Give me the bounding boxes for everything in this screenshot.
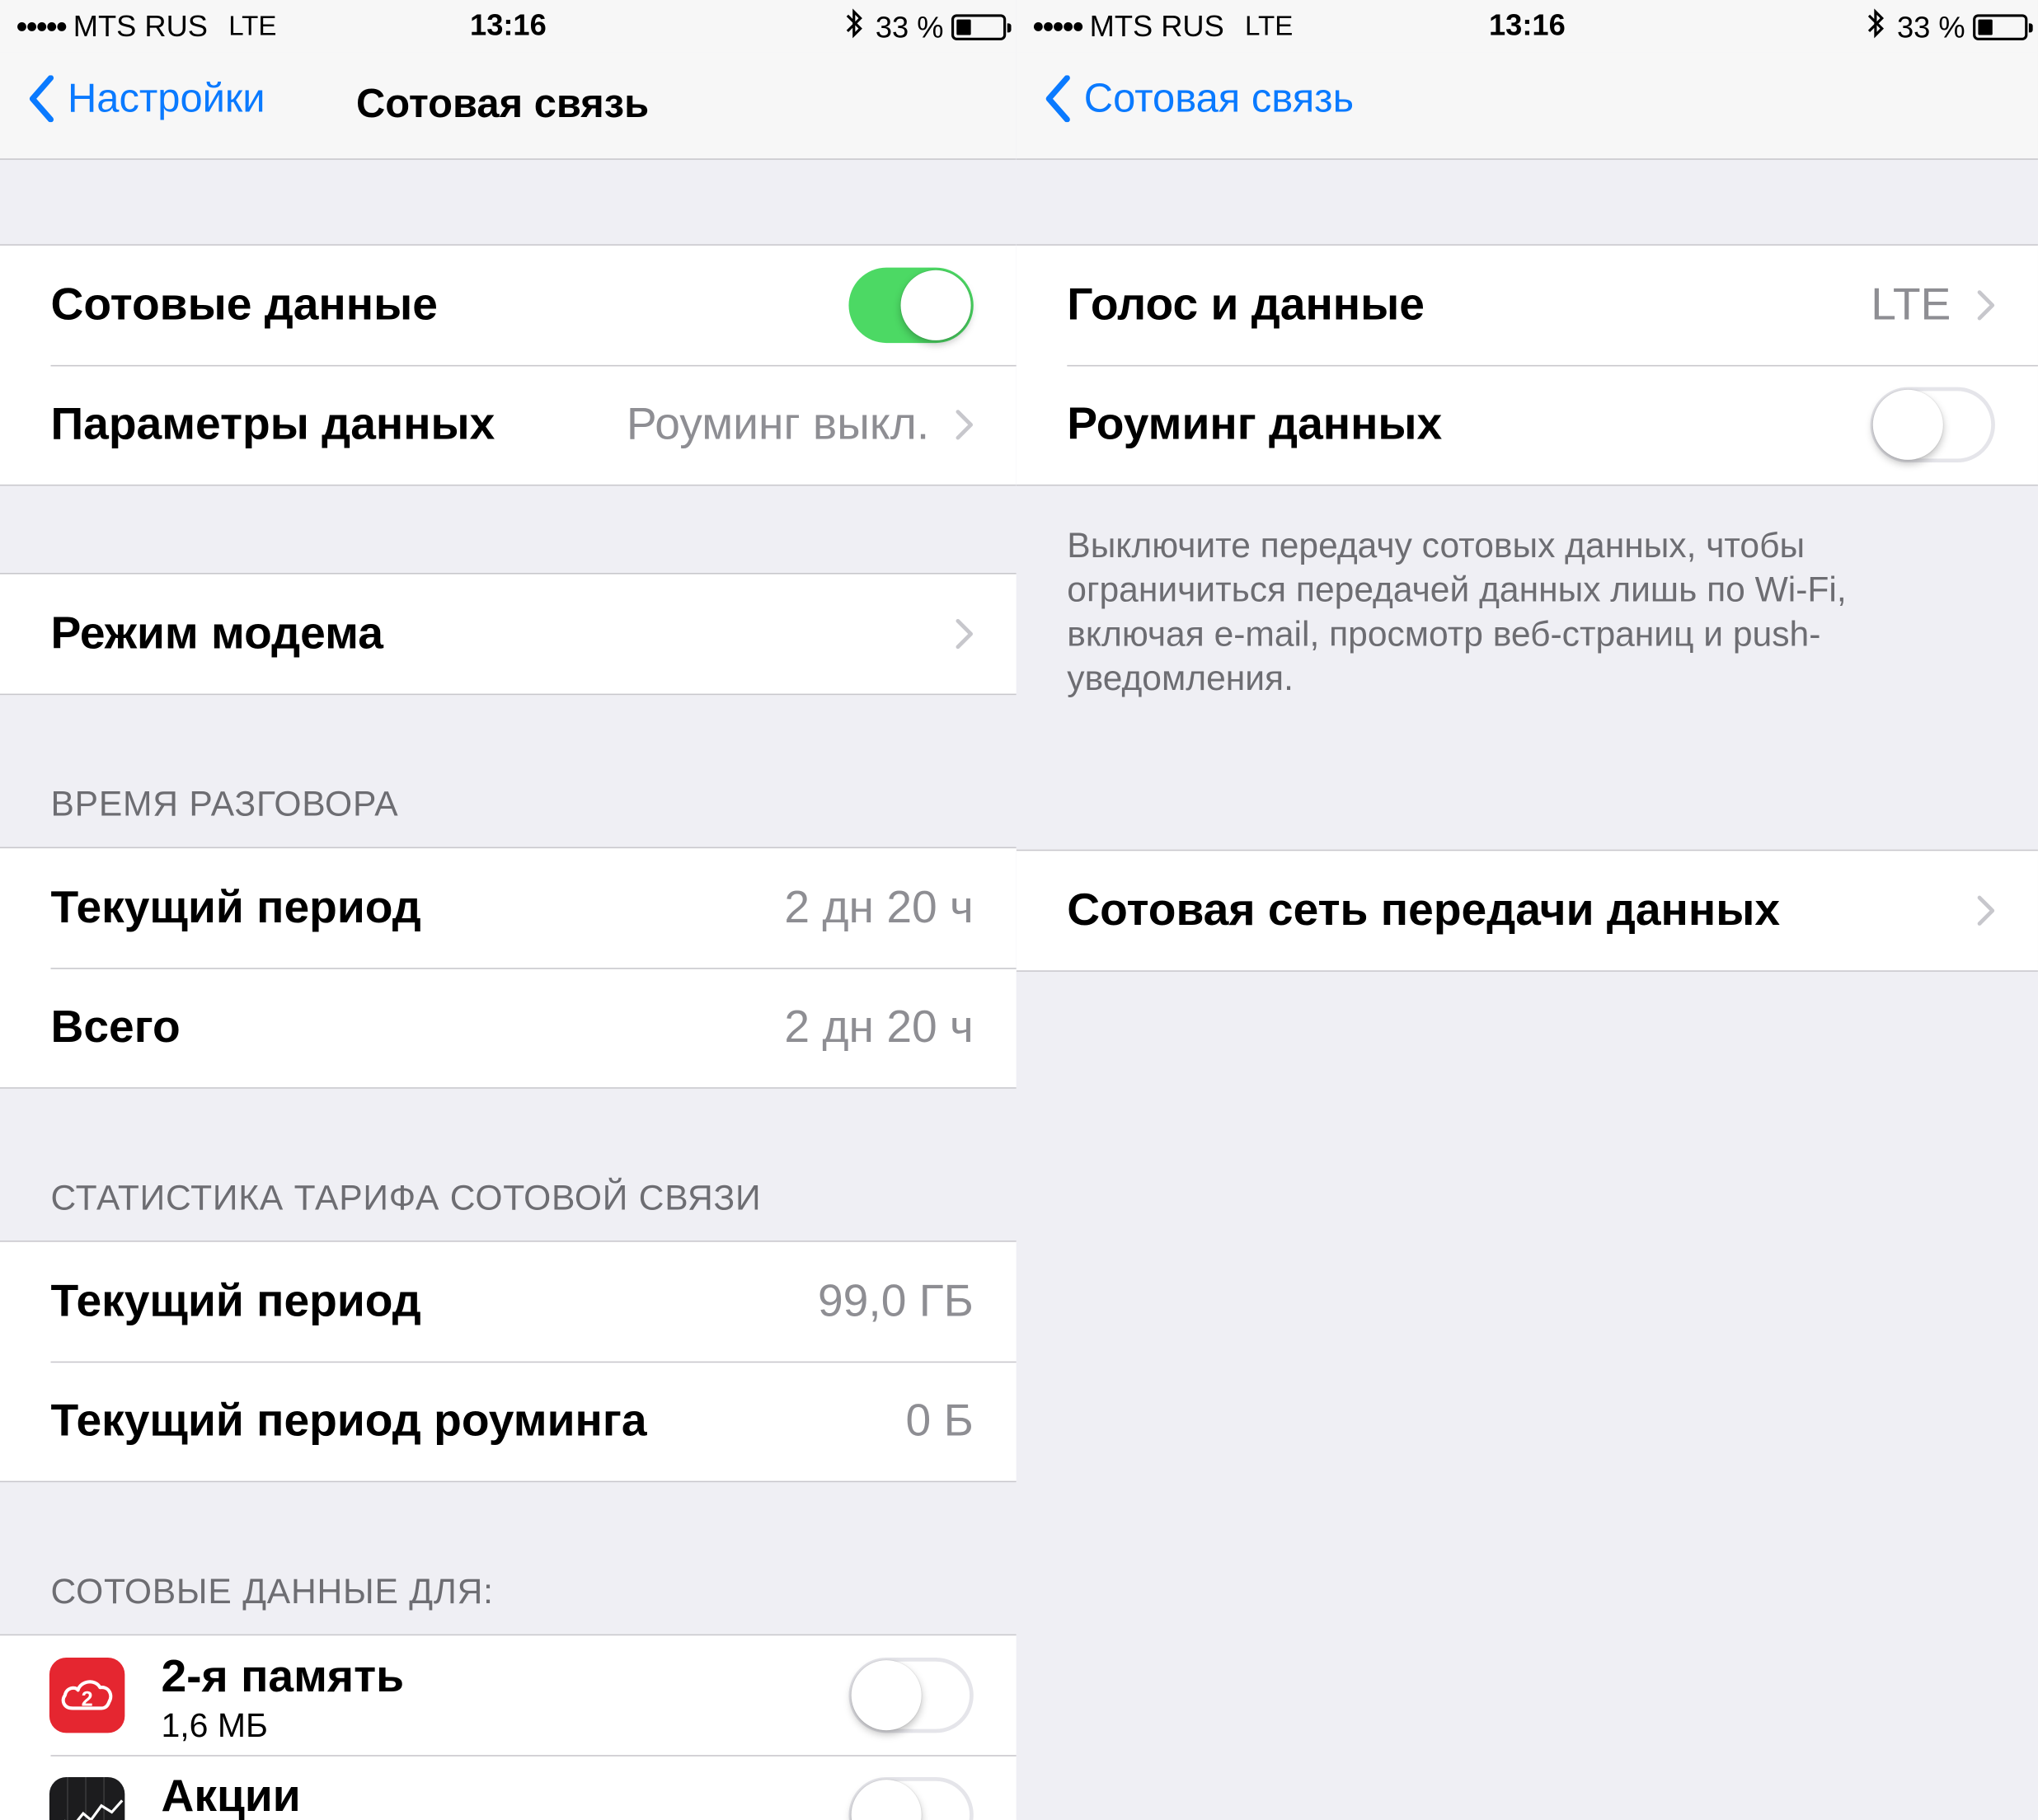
svg-text:2: 2 — [82, 1687, 93, 1710]
usage-current-row: Текущий период 99,0 ГБ — [0, 1242, 1017, 1362]
back-button-label: Настройки — [67, 75, 265, 121]
page-title: Сотовая связь — [355, 80, 650, 126]
screen: ●●●●● MTS RUS LTE 13:16 33 % Настройки С… — [0, 0, 2038, 1820]
roaming-footer-text: Выключите передачу сотовых данных, чтобы… — [1067, 526, 1847, 698]
chevron-right-icon — [1977, 895, 1995, 926]
data-options-screen: ●●●●● MTS RUS LTE 13:16 33 % Сотовая свя… — [1016, 0, 2038, 1820]
talk-time-current-label: Текущий период — [50, 882, 421, 933]
usage-header: СТАТИСТИКА ТАРИФА СОТОВОЙ СВЯЗИ — [50, 1178, 762, 1217]
status-bar: ●●●●● MTS RUS LTE 13:16 33 % — [1016, 0, 2038, 53]
data-roaming-label: Роуминг данных — [1067, 398, 1443, 450]
voice-data-value: LTE — [1871, 279, 1951, 331]
app-usage: 1,6 МБ — [161, 1705, 268, 1745]
back-button[interactable]: Сотовая связь — [1045, 75, 1355, 123]
back-button[interactable]: Настройки — [29, 75, 265, 123]
status-bar: ●●●●● MTS RUS LTE 13:16 33 % — [0, 0, 1017, 53]
usage-roaming-value: 0 Б — [905, 1395, 974, 1447]
chevron-left-icon — [29, 75, 54, 123]
usage-roaming-label: Текущий период роуминга — [50, 1395, 647, 1447]
chevron-right-icon — [1977, 290, 1995, 321]
app-cellular-switch[interactable] — [848, 1776, 974, 1820]
data-options-row[interactable]: Параметры данных Роуминг выкл. — [0, 364, 1017, 485]
cellular-data-group: Сотовые данные Параметры данных Роуминг … — [0, 244, 1017, 486]
cellular-settings-screen: ●●●●● MTS RUS LTE 13:16 33 % Настройки С… — [0, 0, 1017, 1820]
battery-icon — [951, 14, 1012, 40]
navigation-bar: Настройки Сотовая связь — [0, 52, 1017, 160]
app-name: 2-я память — [161, 1651, 405, 1702]
bluetooth-icon — [1866, 7, 1884, 46]
talk-time-current-row: Текущий период 2 дн 20 ч — [0, 848, 1017, 968]
hotspot-label: Режим модема — [50, 607, 383, 659]
battery-percent: 33 % — [1897, 9, 1965, 44]
navigation-bar: Сотовая связь — [1016, 52, 2038, 160]
talk-time-current-value: 2 дн 20 ч — [784, 882, 974, 933]
app-cellular-switch[interactable] — [848, 1657, 974, 1733]
data-options-label: Параметры данных — [50, 398, 495, 450]
hotspot-group: Режим модема — [0, 573, 1017, 696]
usage-group: Текущий период 99,0 ГБ Текущий период ро… — [0, 1241, 1017, 1483]
talk-time-total-value: 2 дн 20 ч — [784, 1001, 974, 1053]
talk-time-total-label: Всего — [50, 1001, 181, 1053]
talk-time-header: ВРЕМЯ РАЗГОВОРА — [50, 784, 399, 824]
back-button-label: Сотовая связь — [1083, 75, 1355, 121]
voice-data-row[interactable]: Голос и данные LTE — [1017, 246, 2038, 365]
battery-percent: 33 % — [875, 9, 944, 44]
usage-roaming-row: Текущий период роуминга 0 Б — [0, 1361, 1017, 1481]
chevron-right-icon — [956, 410, 974, 440]
data-roaming-row: Роуминг данных — [1017, 364, 2038, 485]
cellular-network-group: Сотовая сеть передачи данных — [1016, 849, 2038, 972]
stocks-icon — [49, 1776, 125, 1820]
chevron-left-icon — [1045, 75, 1070, 123]
cellular-data-label: Сотовые данные — [50, 279, 438, 331]
cellular-network-label: Сотовая сеть передачи данных — [1067, 884, 1781, 936]
cellular-network-row[interactable]: Сотовая сеть передачи данных — [1017, 851, 2038, 970]
apps-header: СОТОВЫЕ ДАННЫЕ ДЛЯ: — [50, 1571, 494, 1611]
battery-icon — [1973, 14, 2033, 40]
app-row: 2 2-я память 1,6 МБ — [0, 1635, 1017, 1755]
cloud-2-icon: 2 — [49, 1657, 125, 1733]
cellular-data-row: Сотовые данные — [0, 246, 1017, 365]
cellular-data-switch[interactable] — [848, 267, 974, 344]
app-row: Акции — [0, 1755, 1017, 1820]
talk-time-group: Текущий период 2 дн 20 ч Всего 2 дн 20 ч — [0, 847, 1017, 1089]
voice-data-group: Голос и данные LTE Роуминг данных — [1016, 244, 2038, 486]
voice-data-label: Голос и данные — [1067, 279, 1425, 331]
bluetooth-icon — [844, 7, 862, 46]
chevron-right-icon — [956, 618, 974, 650]
usage-current-value: 99,0 ГБ — [817, 1275, 974, 1327]
talk-time-total-row: Всего 2 дн 20 ч — [0, 968, 1017, 1087]
data-roaming-switch[interactable] — [1870, 387, 1995, 463]
usage-current-label: Текущий период — [50, 1275, 421, 1327]
hotspot-row[interactable]: Режим модема — [0, 575, 1017, 694]
app-name: Акции — [161, 1771, 301, 1820]
apps-group: 2 2-я память 1,6 МБ Акции — [0, 1634, 1017, 1820]
data-options-value: Роуминг выкл. — [626, 398, 930, 450]
